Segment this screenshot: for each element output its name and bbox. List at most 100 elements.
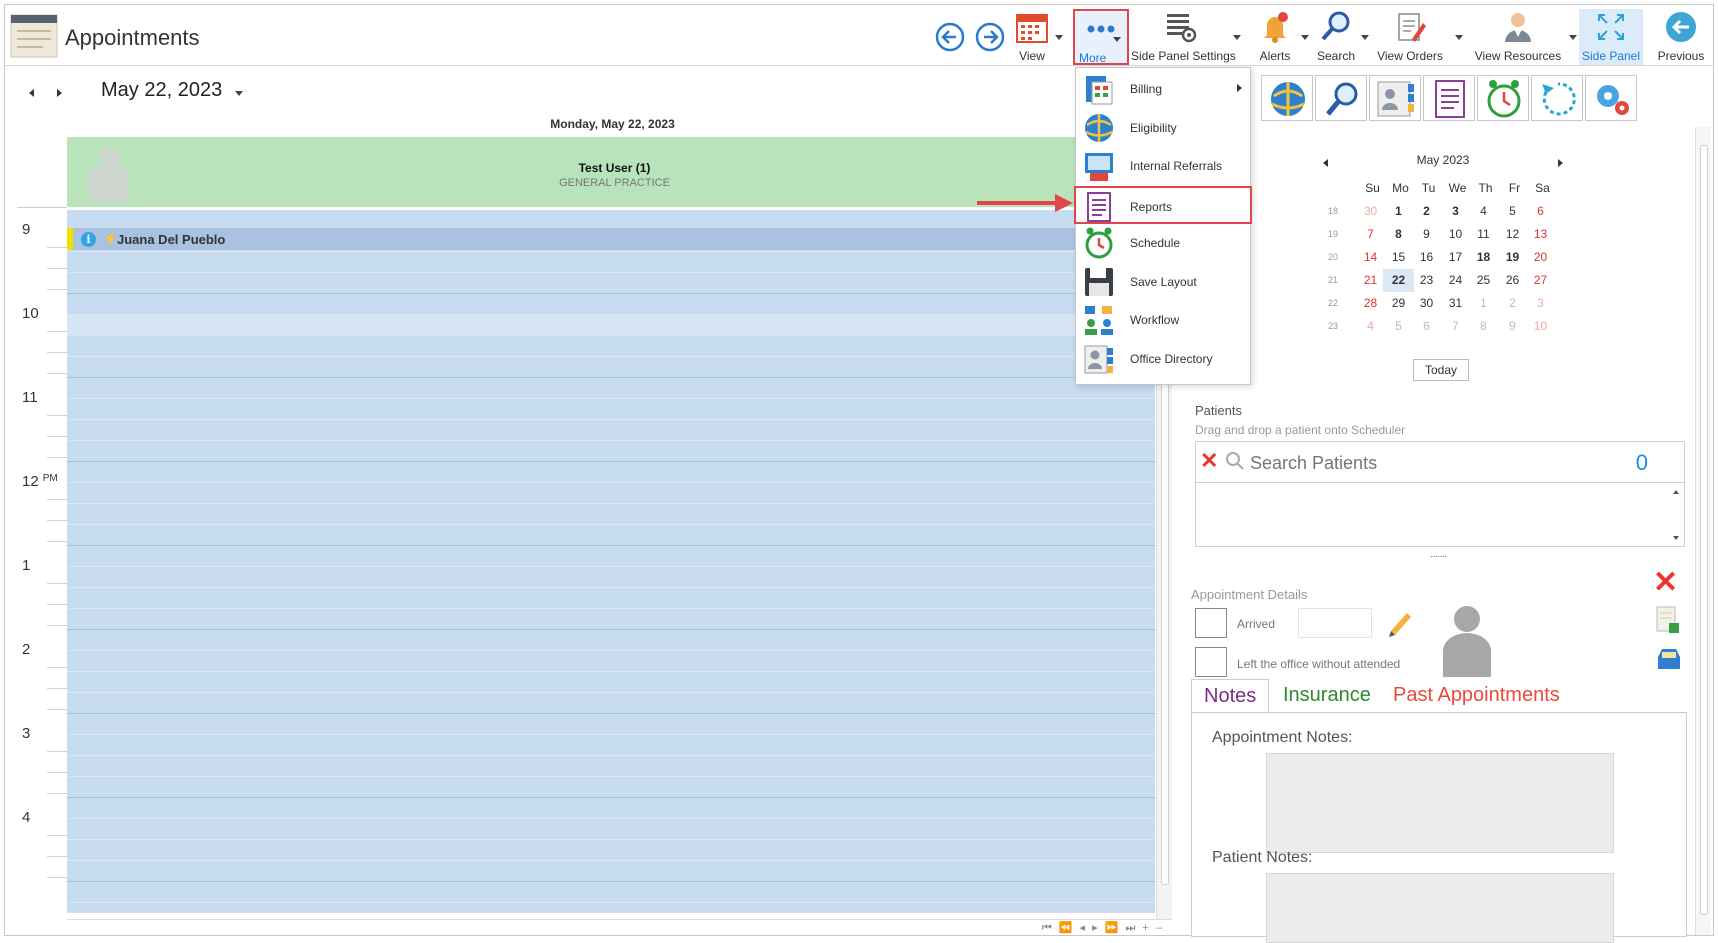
toolbar-alerts-button[interactable]: Alerts xyxy=(1251,9,1309,65)
patient-search-input[interactable] xyxy=(1250,450,1610,476)
calendar-day[interactable]: 3 xyxy=(1525,292,1556,315)
calendar-day[interactable]: 30 xyxy=(1411,292,1442,315)
patient-list[interactable] xyxy=(1195,483,1685,547)
chevron-down-icon[interactable] xyxy=(1055,35,1063,40)
quick-schedule-button[interactable] xyxy=(1477,75,1529,121)
delete-icon[interactable]: ✕ xyxy=(1653,565,1678,600)
next-day-arrow-icon[interactable] xyxy=(57,89,62,97)
side-panel-scrollbar[interactable] xyxy=(1695,127,1711,935)
calendar-day[interactable]: 5 xyxy=(1383,315,1414,338)
menu-item-office-directory[interactable]: Office Directory xyxy=(1076,340,1250,378)
menu-item-workflow[interactable]: Workflow xyxy=(1076,301,1250,339)
quick-directory-button[interactable] xyxy=(1369,75,1421,121)
calendar-day[interactable]: 10 xyxy=(1440,223,1471,246)
calendar-day[interactable]: 6 xyxy=(1525,200,1556,223)
calendar-day[interactable]: 8 xyxy=(1468,315,1499,338)
previous-month-arrow-icon[interactable] xyxy=(1323,159,1328,167)
calendar-day[interactable]: 30 xyxy=(1355,200,1386,223)
previous-day-arrow-icon[interactable] xyxy=(29,89,34,97)
schedule-horizontal-scrollbar[interactable]: ⏮ ⏪ ◂ ▸ ⏩ ⏭ + – xyxy=(67,919,1172,935)
calendar-day[interactable]: 11 xyxy=(1468,223,1499,246)
tab-notes[interactable]: Notes xyxy=(1191,679,1270,713)
menu-item-billing[interactable]: Billing xyxy=(1076,70,1250,108)
scroll-thumb[interactable] xyxy=(1700,145,1708,915)
calendar-day[interactable]: 3 xyxy=(1440,200,1471,223)
pencil-icon[interactable] xyxy=(1385,607,1415,637)
menu-item-internal-referrals[interactable]: Internal Referrals xyxy=(1076,147,1250,185)
chevron-down-icon[interactable] xyxy=(235,91,243,96)
calendar-day[interactable]: 1 xyxy=(1383,200,1414,223)
calendar-day[interactable]: 22 xyxy=(1383,269,1414,292)
info-icon[interactable]: i xyxy=(81,232,96,247)
calendar-day[interactable]: 25 xyxy=(1468,269,1499,292)
calendar-day[interactable]: 7 xyxy=(1440,315,1471,338)
calendar-day[interactable]: 13 xyxy=(1525,223,1556,246)
patient-notes-field[interactable] xyxy=(1266,873,1614,943)
toolbar-more-button[interactable]: More xyxy=(1073,9,1129,65)
calendar-day[interactable]: 31 xyxy=(1440,292,1471,315)
menu-item-save-layout[interactable]: Save Layout xyxy=(1076,263,1250,301)
quick-eligibility-button[interactable] xyxy=(1261,75,1313,121)
tab-insurance[interactable]: Insurance xyxy=(1271,679,1383,713)
scroll-nav-buttons[interactable]: ⏮ ⏪ ◂ ▸ ⏩ ⏭ + – xyxy=(1042,921,1164,935)
calendar-day[interactable]: 1 xyxy=(1468,292,1499,315)
calendar-day[interactable]: 14 xyxy=(1355,246,1386,269)
quick-reports-button[interactable] xyxy=(1423,75,1475,121)
chevron-down-icon[interactable] xyxy=(1569,35,1577,40)
calendar-day[interactable]: 29 xyxy=(1383,292,1414,315)
appointment-block[interactable]: i ⚡ Juana Del Pueblo xyxy=(67,228,1155,250)
calendar-day[interactable]: 16 xyxy=(1411,246,1442,269)
calendar-day[interactable]: 15 xyxy=(1383,246,1414,269)
calendar-day[interactable]: 10 xyxy=(1525,315,1556,338)
left-office-checkbox[interactable] xyxy=(1195,647,1227,677)
calendar-day[interactable]: 20 xyxy=(1525,246,1556,269)
next-month-arrow-icon[interactable] xyxy=(1558,159,1563,167)
calendar-day[interactable]: 2 xyxy=(1497,292,1528,315)
calendar-day[interactable]: 19 xyxy=(1497,246,1528,269)
panel-splitter[interactable]: ······· xyxy=(1430,551,1447,562)
today-button[interactable]: Today xyxy=(1413,359,1469,381)
quick-refresh-button[interactable] xyxy=(1531,75,1583,121)
calendar-day[interactable]: 2 xyxy=(1411,200,1442,223)
calendar-day[interactable]: 5 xyxy=(1497,200,1528,223)
toolbar-search-button[interactable]: Search xyxy=(1313,9,1369,65)
calendar-day[interactable]: 4 xyxy=(1468,200,1499,223)
clear-search-icon[interactable]: ✕ xyxy=(1200,450,1218,472)
toolbar-previous-button[interactable]: Previous xyxy=(1655,9,1707,65)
calendar-day[interactable]: 24 xyxy=(1440,269,1471,292)
calendar-day[interactable]: 8 xyxy=(1383,223,1414,246)
calendar-day[interactable]: 17 xyxy=(1440,246,1471,269)
toolbar-view-button[interactable]: View xyxy=(1011,9,1063,65)
arrived-checkbox[interactable] xyxy=(1195,608,1227,638)
calendar-day[interactable]: 27 xyxy=(1525,269,1556,292)
calendar-day[interactable]: 4 xyxy=(1355,315,1386,338)
toolbar-side-panel-button[interactable]: Side Panel xyxy=(1579,9,1643,65)
calendar-day[interactable]: 9 xyxy=(1411,223,1442,246)
menu-item-eligibility[interactable]: Eligibility xyxy=(1076,109,1250,147)
quick-settings-button[interactable] xyxy=(1585,75,1637,121)
calendar-day[interactable]: 9 xyxy=(1497,315,1528,338)
list-scrollbar[interactable] xyxy=(1670,487,1682,543)
menu-item-reports[interactable]: Reports xyxy=(1074,185,1252,224)
chevron-down-icon[interactable] xyxy=(1233,35,1241,40)
appointment-notes-field[interactable] xyxy=(1266,753,1614,853)
forward-circle-icon[interactable] xyxy=(975,22,1005,52)
calendar-day[interactable]: 12 xyxy=(1497,223,1528,246)
calendar-day[interactable]: 26 xyxy=(1497,269,1528,292)
chevron-down-icon[interactable] xyxy=(1455,35,1463,40)
back-circle-icon[interactable] xyxy=(935,22,965,52)
toolbar-side-panel-settings-button[interactable]: Side Panel Settings xyxy=(1131,9,1241,65)
document-download-icon[interactable] xyxy=(1655,605,1681,635)
calendar-day[interactable]: 6 xyxy=(1411,315,1442,338)
calendar-day[interactable]: 28 xyxy=(1355,292,1386,315)
calendar-day[interactable]: 21 xyxy=(1355,269,1386,292)
schedule-grid[interactable] xyxy=(67,210,1155,913)
arrived-time-field[interactable] xyxy=(1298,608,1372,638)
toolbar-view-orders-button[interactable]: View Orders xyxy=(1373,9,1463,65)
toolbar-view-resources-button[interactable]: View Resources xyxy=(1473,9,1577,65)
calendar-day[interactable]: 23 xyxy=(1411,269,1442,292)
chevron-down-icon[interactable] xyxy=(1361,35,1369,40)
calendar-day[interactable]: 7 xyxy=(1355,223,1386,246)
chevron-down-icon[interactable] xyxy=(1301,35,1309,40)
menu-item-schedule[interactable]: Schedule xyxy=(1076,224,1250,262)
